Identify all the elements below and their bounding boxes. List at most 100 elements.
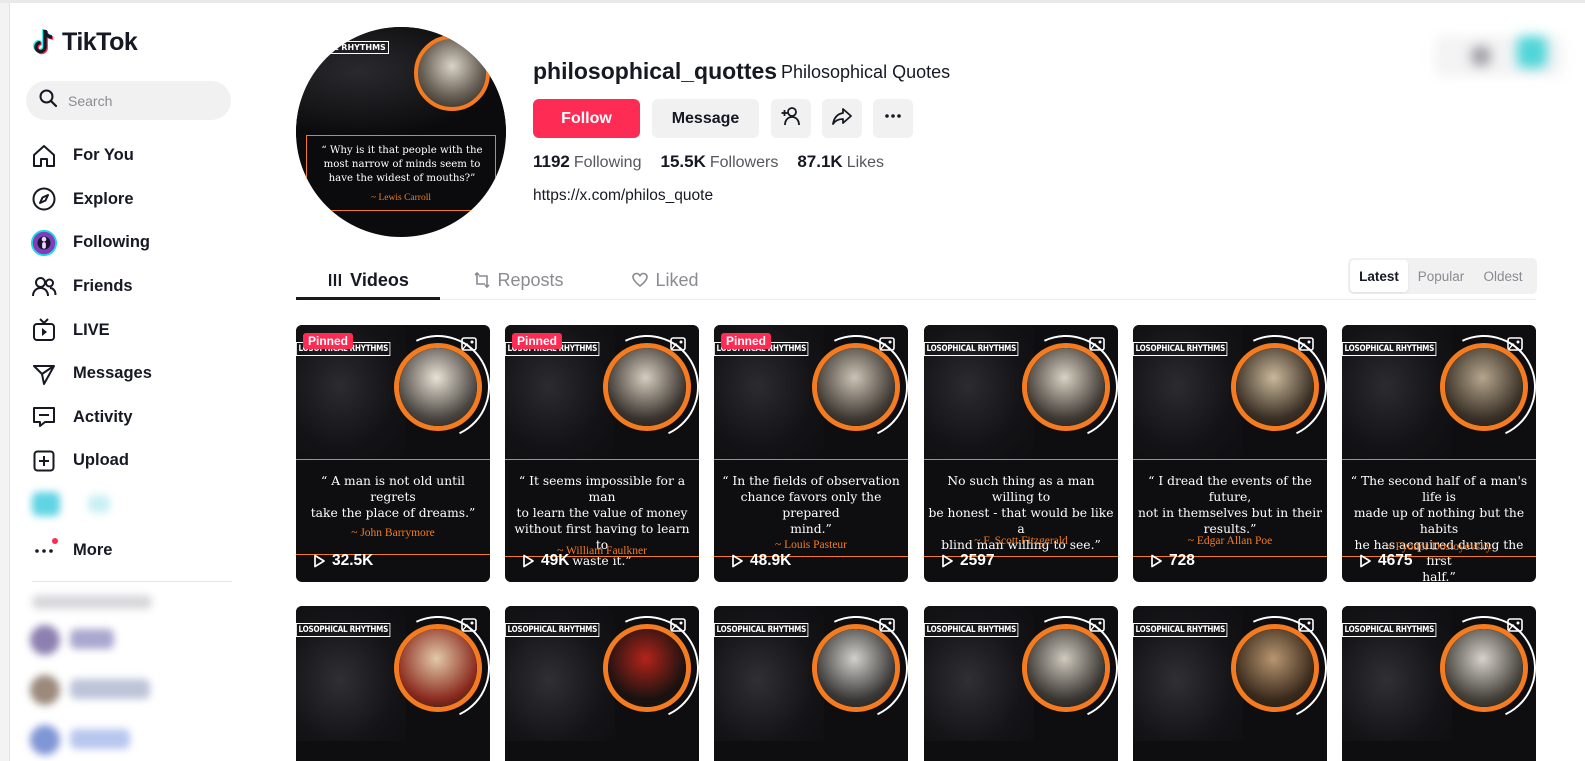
sort-oldest-button[interactable]: Oldest [1474,260,1532,292]
search-bar[interactable] [26,81,231,120]
bio-link[interactable]: https://x.com/philos_quote [533,187,713,205]
pinned-badge: Pinned [721,333,772,349]
blurred-account-name [70,679,150,699]
view-count: 2597 [940,552,994,570]
sidebar-item-blurred[interactable] [30,483,240,527]
sort-latest-button[interactable]: Latest [1350,260,1408,292]
tab-reposts[interactable]: Reposts [440,262,597,298]
sidebar-item-label: Friends [73,277,133,296]
video-card[interactable]: LOSOPHICAL RHYTHMS [1133,606,1327,761]
video-card[interactable]: LOSOPHICAL RHYTHMS [505,606,699,761]
video-card[interactable]: LOSOPHICAL RHYTHMS Pinned “ It seems impos… [505,325,699,582]
likes-count: 87.1K [797,152,843,171]
view-count: 4675 [1358,552,1412,570]
portrait-ring [1022,624,1110,712]
notification-dot [52,538,58,545]
sidebar-item-explore[interactable]: Explore [30,178,240,222]
photo-carousel-icon [879,618,895,632]
sidebar-nav: For You Explore Following Friends LIVE M… [30,134,240,572]
video-card[interactable]: LOSOPHICAL RHYTHMS Pinned “ In the fields … [714,325,908,582]
orange-divider-top [296,459,490,460]
video-card[interactable]: LOSOPHICAL RHYTHMS Pinned “ A man is not o… [296,325,490,582]
portrait-image [1236,629,1314,707]
sidebar-item-activity[interactable]: Activity [30,396,240,440]
video-card[interactable]: LOSOPHICAL RHYTHMS No such thing as a man… [924,325,1118,582]
orange-divider-top [924,459,1118,460]
photo-carousel-icon [461,618,477,632]
photo-carousel-icon [879,337,895,351]
sort-popular-button[interactable]: Popular [1408,260,1474,292]
orange-divider-top [1133,459,1327,460]
followers-count: 15.5K [660,152,706,171]
photo-carousel-icon [1089,337,1105,351]
video-card[interactable]: LOSOPHICAL RHYTHMS [924,606,1118,761]
play-icon [940,554,954,568]
following-stat[interactable]: 1192 Following [533,152,641,172]
video-card[interactable]: LOSOPHICAL RHYTHMS “ I dread the events o… [1133,325,1327,582]
video-card[interactable]: LOSOPHICAL RHYTHMS [1342,606,1536,761]
sidebar-item-label: For You [73,146,134,165]
portrait-image [399,629,477,707]
sort-toggle: Latest Popular Oldest [1348,258,1537,294]
video-card[interactable]: LOSOPHICAL RHYTHMS “ The second half of a… [1342,325,1536,582]
play-icon [730,554,744,568]
photo-carousel-icon [1507,618,1523,632]
view-count: 48.9K [730,552,791,570]
blurred-section-heading [32,595,152,609]
photo-carousel-icon [1298,337,1314,351]
tiktok-logo[interactable]: TikTok [32,27,138,57]
sidebar-item-live[interactable]: LIVE [30,308,240,352]
sidebar-item-label: Explore [73,189,134,208]
video-card[interactable]: LOSOPHICAL RHYTHMS [296,606,490,761]
view-count-value: 32.5K [332,552,374,569]
tab-label: Liked [655,269,699,290]
portrait-ring [394,624,482,712]
photo-carousel-icon [1507,337,1523,351]
play-icon [521,554,535,568]
search-input[interactable] [68,92,218,109]
photo-carousel-icon [670,618,686,632]
portrait-image [817,629,895,707]
quote-text: “ A man is not old until regrets take th… [310,474,476,520]
quote-author: ~ Louis Pasteur [774,539,848,551]
view-count: 728 [1149,552,1195,570]
followers-stat[interactable]: 15.5K Followers [660,152,778,172]
share-profile-button[interactable] [822,99,862,138]
grid-bars-icon [327,272,343,288]
tab-videos[interactable]: Videos [296,262,440,298]
more-options-button[interactable] [873,99,913,138]
portrait-ring [394,343,482,431]
activity-icon [30,403,58,431]
tab-liked[interactable]: Liked [597,262,733,298]
home-icon [30,142,58,170]
repost-icon [473,271,491,289]
quote-text: “ In the fields of observation chance fa… [722,474,900,536]
tab-label: Reposts [497,269,564,290]
sidebar-item-more[interactable]: More [30,528,240,572]
followers-label: Followers [709,154,779,171]
follow-button[interactable]: Follow [533,99,640,138]
send-icon [30,360,58,388]
sidebar-item-friends[interactable]: Friends [30,265,240,309]
sidebar-item-upload[interactable]: Upload [30,439,240,483]
orange-divider-top [714,459,908,460]
brand-watermark-label: LOSOPHICAL RHYTHMS [1133,342,1228,356]
pinned-badge: Pinned [512,333,563,349]
message-button[interactable]: Message [652,99,759,138]
add-friend-icon [780,105,802,132]
quote-author: ~ John Barrymore [351,527,435,539]
view-count-value: 2597 [960,552,995,569]
avatar-quote-frame: “ Why is it that people with the most na… [306,135,496,211]
profile-nickname: Philosophical Quotes [781,62,951,82]
profile-avatar[interactable]: OPHICAL RHYTHMS “ Why is it that people … [296,27,506,237]
photo-carousel-icon [1089,618,1105,632]
video-card[interactable]: LOSOPHICAL RHYTHMS [714,606,908,761]
brand-watermark-label: LOSOPHICAL RHYTHMS [296,623,391,637]
sidebar-item-messages[interactable]: Messages [30,352,240,396]
sidebar-item-following[interactable]: Following [30,221,240,265]
likes-label: Likes [846,154,885,171]
ellipsis-icon [882,105,904,132]
portrait-image [1027,348,1105,426]
sidebar-item-for-you[interactable]: For You [30,134,240,178]
suggested-accounts-button[interactable] [771,99,811,138]
